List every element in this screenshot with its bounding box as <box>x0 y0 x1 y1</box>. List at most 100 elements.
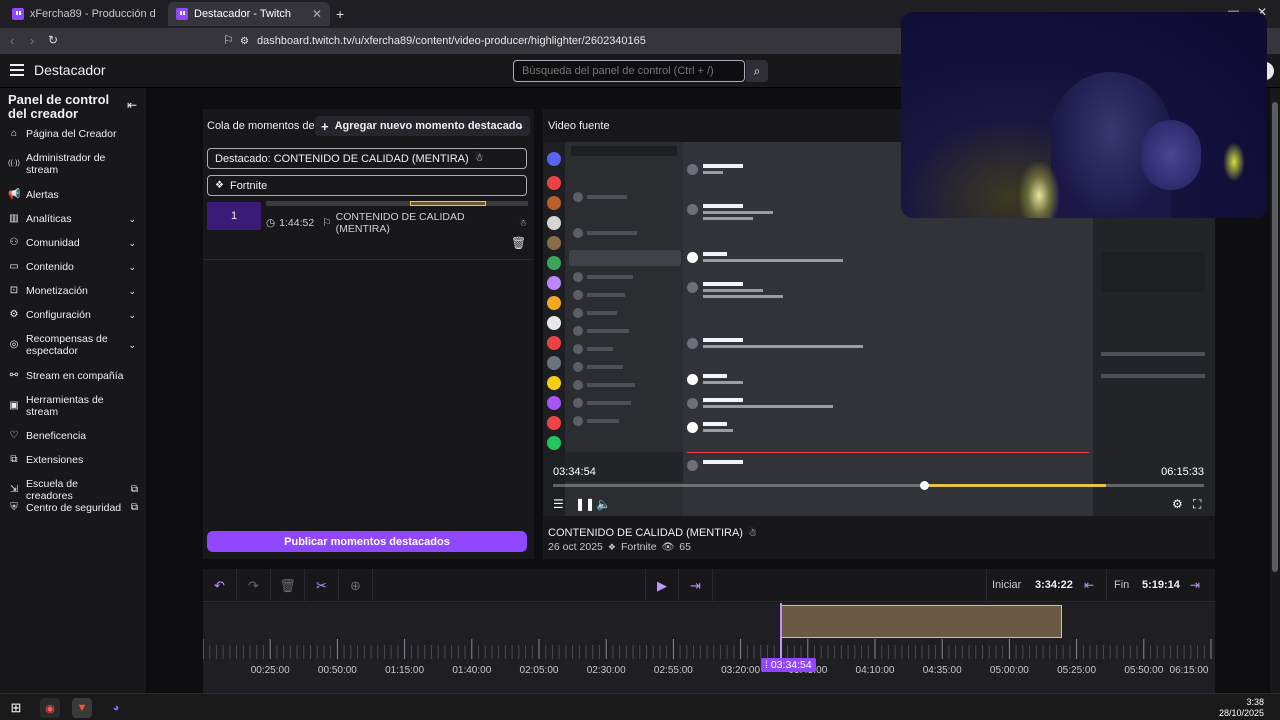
clip-meta: ◷ 1:44:52 ⚐ CONTENIDO DE CALIDAD (MENTIR… <box>266 211 527 235</box>
video-seek-bar[interactable] <box>553 484 1204 487</box>
redo-icon[interactable]: ↷ <box>237 569 271 602</box>
start-time-value[interactable]: 3:34:22 <box>1035 579 1073 591</box>
chevron-down-icon[interactable]: ⌄ <box>128 213 136 225</box>
play-icon[interactable]: ▶ <box>645 569 679 602</box>
sidebar-item-14[interactable]: ⛨ Centro de seguridad ⧉ <box>8 502 140 514</box>
windows-start-icon[interactable]: ⊞ <box>6 698 26 718</box>
video-views: 65 <box>679 541 691 553</box>
settings-gear-icon[interactable]: ⚙ <box>1172 497 1183 511</box>
collapse-sidebar-icon[interactable]: ⇤ <box>127 98 137 112</box>
timeline-ruler <box>203 639 1212 659</box>
plus-icon: + <box>321 118 329 134</box>
dashboard-search-input[interactable] <box>513 60 745 82</box>
fullscreen-icon[interactable]: ⛶ <box>1193 497 1201 512</box>
timeline-playhead[interactable] <box>780 603 782 663</box>
close-tab-icon[interactable]: ✕ <box>312 7 322 21</box>
discord-app-icon[interactable]: ◕ <box>106 698 126 718</box>
video-meta: 26 oct 2025 ❖ Fortnite 👁 65 <box>548 541 691 553</box>
clip-number: 1 <box>207 202 261 230</box>
reload-icon[interactable]: ↻ <box>48 33 58 47</box>
sidebar-item-3[interactable]: ▥ Analíticas ⌄ <box>8 213 140 225</box>
page-scrollbar[interactable] <box>1270 88 1280 693</box>
timeline-selection[interactable] <box>781 605 1062 638</box>
site-info-icon[interactable]: ⚙ <box>240 36 249 47</box>
charity-icon: ♡ <box>9 430 19 441</box>
publish-highlights-button[interactable]: Publicar momentos destacados <box>207 531 527 552</box>
queue-clip-item[interactable]: 1 ◷ 1:44:52 ⚐ CONTENIDO DE CALIDAD (MENT… <box>207 200 528 235</box>
search-icon: ⌕ <box>753 63 761 78</box>
sidebar-item-11[interactable]: ♡ Beneficencia <box>8 430 140 442</box>
sidebar-item-9[interactable]: ⚯ Stream en compañía <box>8 370 140 382</box>
sidebar-item-6[interactable]: ⊡ Monetización ⌄ <box>8 285 140 297</box>
chevron-down-icon[interactable]: ⌄ <box>128 285 136 297</box>
new-tab-button[interactable]: + <box>336 6 344 22</box>
sidebar-item-12[interactable]: ⧉ Extensiones <box>8 454 140 466</box>
category-field[interactable]: ❖ Fortnite <box>207 175 527 196</box>
sidebar-item-7[interactable]: ⚙ Configuración ⌄ <box>8 309 140 321</box>
chevron-down-icon[interactable]: ⌄ <box>128 339 136 351</box>
playhead-time: ⁞ 03:34:54 <box>761 658 816 672</box>
ruler-tick-label: 04:35:00 <box>922 665 962 676</box>
sidebar-item-5[interactable]: ▭ Contenido ⌄ <box>8 261 140 273</box>
ruler-tick-label: 05:50:00 <box>1124 665 1164 676</box>
tools-icon: ▣ <box>9 400 19 411</box>
search-button[interactable]: ⌕ <box>746 60 768 82</box>
sidebar-item-4[interactable]: ⚇ Comunidad ⌄ <box>8 237 140 249</box>
delete-icon[interactable]: 🗑 <box>271 569 305 602</box>
sidebar-item-0[interactable]: ⌂ Página del Creador <box>8 128 140 140</box>
sidebar-item-10[interactable]: ▣ Herramientas de stream <box>8 394 140 418</box>
sidebar-item-1[interactable]: ((·)) Administrador de stream <box>8 152 140 176</box>
ruler-tick-label: 06:15:00 <box>1169 665 1209 676</box>
video-current-time: 03:34:54 <box>553 466 596 478</box>
tab-title: Destacador - Twitch <box>194 8 292 20</box>
video-total-time: 06:15:33 <box>1161 466 1204 478</box>
brave-browser-icon[interactable]: ▼ <box>72 698 92 718</box>
timeline-track[interactable]: 00:25:00 00:50:00 01:15:00 01:40:00 02:05:00… <box>203 603 1215 693</box>
browser-tab-highlighter[interactable]: Destacador - Twitch ✕ <box>168 2 330 26</box>
rewards-icon: ◎ <box>9 339 19 350</box>
chevron-down-icon[interactable]: ⌄ <box>128 237 136 249</box>
clock-icon: ◷ <box>266 217 276 229</box>
sidebar-item-label: Recompensas de espectador <box>26 333 108 357</box>
emote-icon: ☃ <box>474 153 484 164</box>
set-end-icon[interactable]: ⇥ <box>1190 578 1200 592</box>
end-label: Fin <box>1114 579 1130 591</box>
back-icon[interactable]: ‹ <box>10 33 14 48</box>
jump-to-playhead-icon[interactable]: ⇥ <box>679 569 713 602</box>
sidebar-item-label: Administrador de stream <box>26 152 106 176</box>
scrollbar-thumb[interactable] <box>1272 102 1278 572</box>
emote-icon: ☃ <box>518 217 527 228</box>
sidebar-item-label: Escuela de creadores <box>26 478 78 502</box>
scissors-icon[interactable]: ✂ <box>305 569 339 602</box>
settings-icon: ⚙ <box>9 309 19 320</box>
browser-tab-producer[interactable]: xFercha89 - Producción de video - Tw <box>4 2 164 26</box>
sidebar-item-8[interactable]: ◎ Recompensas de espectador ⌄ <box>8 333 140 357</box>
add-highlight-button[interactable]: + Agregar nuevo momento destacado ⌄ <box>315 116 530 136</box>
sidebar-item-label: Beneficencia <box>26 430 87 442</box>
end-time-value[interactable]: 5:19:14 <box>1142 579 1180 591</box>
delete-clip-icon[interactable]: 🗑 <box>511 236 526 250</box>
category-icon: ❖ <box>607 541 616 552</box>
menu-icon[interactable] <box>8 62 26 78</box>
chapters-icon[interactable]: ☰ <box>553 497 564 511</box>
volume-icon[interactable]: 🔈 <box>596 497 611 511</box>
url-field[interactable]: ⚙ dashboard.twitch.tv/u/xfercha89/conten… <box>240 32 900 50</box>
sidebar-item-label: Alertas <box>26 189 59 201</box>
ruler-tick-label: 02:05:00 <box>519 665 559 676</box>
pause-icon[interactable]: ❚❚ <box>575 497 595 511</box>
video-seek-handle[interactable] <box>920 481 930 490</box>
sidebar-item-2[interactable]: 📢 Alertas <box>8 189 140 201</box>
undo-icon[interactable]: ↶ <box>203 569 237 602</box>
chevron-down-icon[interactable]: ⌄ <box>128 261 136 273</box>
set-start-icon[interactable]: ⇤ <box>1084 578 1094 592</box>
chevron-down-icon[interactable]: ⌄ <box>128 309 136 321</box>
highlight-title-field[interactable]: Destacado: CONTENIDO DE CALIDAD (MENTIRA… <box>207 148 527 169</box>
forward-icon[interactable]: › <box>30 33 34 48</box>
sidebar-item-13[interactable]: ⇲ Escuela de creadores ⧉ <box>8 478 140 502</box>
add-marker-icon[interactable]: ⊕ <box>339 569 373 602</box>
chevron-down-icon[interactable]: ⌄ <box>516 121 524 132</box>
obs-app-icon[interactable]: ◉ <box>40 698 60 718</box>
bookmark-icon[interactable]: ⚐ <box>223 33 234 47</box>
community-icon: ⚇ <box>9 237 19 248</box>
school-icon: ⇲ <box>9 484 19 495</box>
